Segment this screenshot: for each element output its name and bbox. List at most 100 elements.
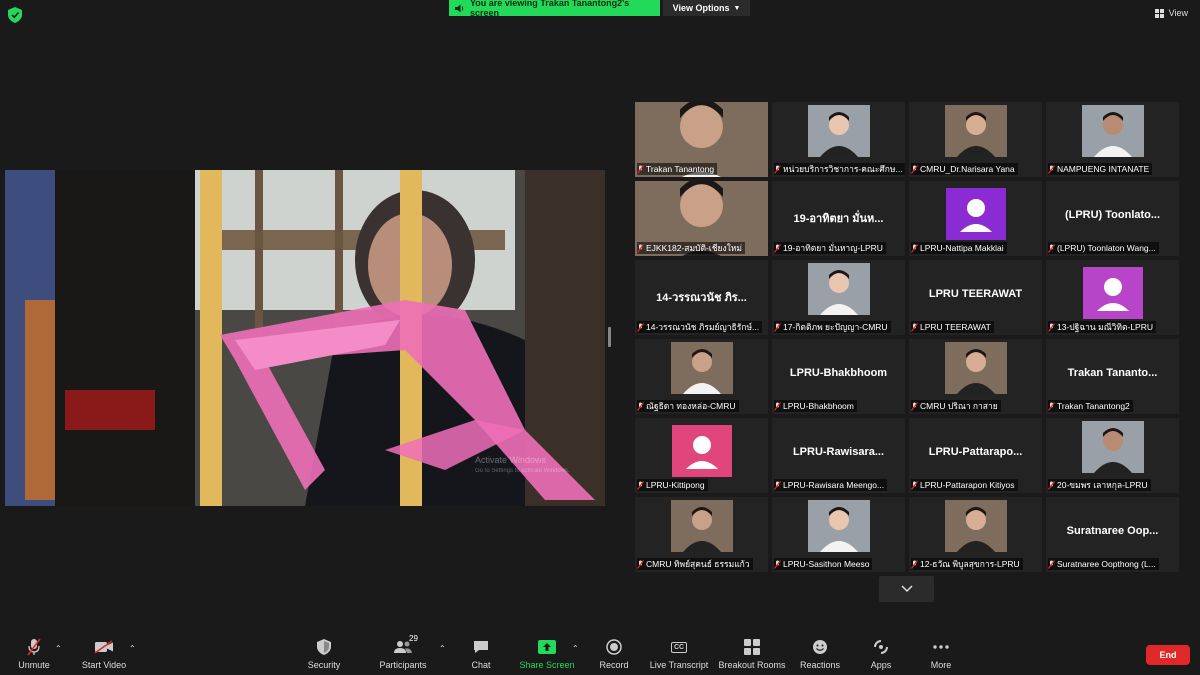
share-screen-button[interactable]: Share Screen bbox=[512, 638, 582, 670]
chat-button[interactable]: Chat bbox=[446, 638, 516, 670]
muted-mic-icon bbox=[774, 164, 781, 174]
muted-mic-icon bbox=[637, 480, 644, 490]
participant-name: LPRU-Sasithon Meeso bbox=[783, 559, 870, 569]
unmute-button[interactable]: Unmute bbox=[0, 638, 69, 670]
participants-button[interactable]: 29 Participants bbox=[368, 634, 438, 670]
muted-mic-icon bbox=[1048, 559, 1055, 569]
muted-mic-icon bbox=[911, 480, 918, 490]
start-video-button[interactable]: Start Video bbox=[69, 638, 139, 670]
encryption-shield-icon[interactable] bbox=[8, 7, 22, 23]
participant-name: LPRU-Nattipa Makklai bbox=[920, 243, 1004, 253]
participant-tile[interactable]: Suratnaree Oop... Suratnaree Oopthong (L.… bbox=[1046, 497, 1179, 572]
participant-tile[interactable]: 19-อาทิตยา มั่นห... 19-อาทิตยา มั่นหาญ-LP… bbox=[772, 181, 905, 256]
participant-tile[interactable]: CMRU ทิพย์สุคนธ์ ธรรมแก้ว bbox=[635, 497, 768, 572]
participant-video bbox=[671, 342, 733, 394]
participant-tile[interactable]: LPRU-Nattipa Makklai bbox=[909, 181, 1042, 256]
participant-name: EJKK182-สมบัติ-เชียงใหม่ bbox=[646, 243, 742, 253]
participant-name-label: LPRU-Nattipa Makklai bbox=[911, 242, 1007, 254]
participant-name: LPRU TEERAWAT bbox=[920, 322, 991, 332]
participant-tile[interactable]: Trakan Tananto... Trakan Tanantong2 bbox=[1046, 339, 1179, 414]
participants-options-caret[interactable]: ⌃ bbox=[439, 644, 446, 653]
share-options-caret[interactable]: ⌃ bbox=[572, 644, 579, 653]
participant-name: LPRU-Bhakbhoom bbox=[783, 401, 854, 411]
live-transcript-button[interactable]: CC Live Transcript bbox=[644, 638, 714, 670]
participant-tile[interactable]: LPRU-Bhakbhoom LPRU-Bhakbhoom bbox=[772, 339, 905, 414]
banner-text: You are viewing Trakan Tanantong2's scre… bbox=[469, 0, 630, 18]
participant-tile[interactable]: LPRU-Rawisara... LPRU-Rawisara Meengo... bbox=[772, 418, 905, 493]
participant-video bbox=[945, 500, 1007, 552]
participant-tile[interactable]: (LPRU) Toonlato... (LPRU) Toonlaton Wang.… bbox=[1046, 181, 1179, 256]
participant-tile[interactable]: Trakan Tanantong bbox=[635, 102, 768, 177]
participant-name: Trakan Tanantong bbox=[646, 164, 715, 174]
participant-name-label: CMRU ทิพย์สุคนธ์ ธรรมแก้ว bbox=[637, 558, 753, 570]
participant-tile[interactable]: หน่วยบริการวิชาการ-คณะศึกษ... bbox=[772, 102, 905, 177]
participant-name-label: 14-วรรณวนัช ภิรมย์ญาธิรักษ์... bbox=[637, 321, 763, 333]
panel-resize-handle[interactable] bbox=[608, 327, 611, 347]
security-shield-icon bbox=[317, 639, 331, 655]
participant-name: LPRU-Kittipong bbox=[646, 480, 705, 490]
gallery-next-page-button[interactable] bbox=[879, 576, 934, 602]
participant-tile[interactable]: NAMPUENG INTANATE bbox=[1046, 102, 1179, 177]
participant-name: CMRU_Dr.Narisara Yana bbox=[920, 164, 1015, 174]
security-label: Security bbox=[307, 660, 341, 670]
apps-label: Apps bbox=[870, 660, 892, 670]
share-screen-label: Share Screen bbox=[519, 660, 575, 670]
activate-windows-watermark: Activate Windows bbox=[475, 455, 547, 465]
view-button[interactable]: View bbox=[1154, 8, 1188, 18]
participant-name: Suratnaree Oopthong (L... bbox=[1057, 559, 1156, 569]
participant-video bbox=[671, 500, 733, 552]
participant-name: CMRU ทิพย์สุคนธ์ ธรรมแก้ว bbox=[646, 559, 750, 569]
cc-badge-text: CC bbox=[673, 643, 685, 651]
weaving-scene-image: Activate Windows Go to Settings to activ… bbox=[5, 170, 605, 506]
breakout-rooms-icon bbox=[744, 639, 760, 655]
share-screen-icon bbox=[538, 640, 556, 654]
participant-tile[interactable]: LPRU-Kittipong bbox=[635, 418, 768, 493]
participant-tile[interactable]: LPRU-Pattarapo... LPRU-Pattarapon Kitiyos bbox=[909, 418, 1042, 493]
participant-display-name: 19-อาทิตยา มั่นห... bbox=[793, 213, 884, 225]
breakout-rooms-button[interactable]: Breakout Rooms bbox=[717, 638, 787, 670]
record-label: Record bbox=[599, 660, 629, 670]
participant-name-label: Suratnaree Oopthong (L... bbox=[1048, 558, 1159, 570]
chat-label: Chat bbox=[471, 660, 491, 670]
video-options-caret[interactable]: ⌃ bbox=[129, 644, 136, 653]
muted-mic-icon bbox=[27, 638, 41, 656]
view-options-button[interactable]: View Options ▼ bbox=[663, 0, 750, 16]
participant-name-label: Trakan Tanantong2 bbox=[1048, 400, 1133, 412]
end-meeting-button[interactable]: End bbox=[1146, 645, 1190, 665]
participant-tile[interactable]: LPRU TEERAWAT LPRU TEERAWAT bbox=[909, 260, 1042, 335]
audio-options-caret[interactable]: ⌃ bbox=[55, 644, 62, 653]
participant-tile[interactable]: 20-ขมพร เลาหกุล-LPRU bbox=[1046, 418, 1179, 493]
muted-mic-icon bbox=[911, 243, 918, 253]
chevron-down-icon bbox=[900, 585, 913, 593]
participant-tile[interactable]: ณัฐธิดา ทองหล่อ-CMRU bbox=[635, 339, 768, 414]
more-button[interactable]: More bbox=[906, 638, 976, 670]
muted-mic-icon bbox=[1048, 480, 1055, 490]
security-button[interactable]: Security bbox=[289, 638, 359, 670]
default-avatar-icon bbox=[1083, 267, 1143, 319]
participant-name-label: ณัฐธิดา ทองหล่อ-CMRU bbox=[637, 400, 739, 412]
participant-name-label: LPRU-Bhakbhoom bbox=[774, 400, 857, 412]
muted-mic-icon bbox=[911, 164, 918, 174]
participant-name-label: 20-ขมพร เลาหกุล-LPRU bbox=[1048, 479, 1151, 491]
participant-tile[interactable]: 12-ธวัณ พิบูลสุขการ-LPRU bbox=[909, 497, 1042, 572]
record-button[interactable]: Record bbox=[579, 638, 649, 670]
participant-tile[interactable]: LPRU-Sasithon Meeso bbox=[772, 497, 905, 572]
default-avatar-icon bbox=[672, 425, 732, 477]
participant-name: LPRU-Rawisara Meengo... bbox=[783, 480, 885, 490]
participant-tile[interactable]: 13-ปฐิฉาน มณีวิทิต-LPRU bbox=[1046, 260, 1179, 335]
participant-name: 17-กิตติภพ ยะปัญญา-CMRU bbox=[783, 322, 888, 332]
participant-tile[interactable]: EJKK182-สมบัติ-เชียงใหม่ bbox=[635, 181, 768, 256]
muted-mic-icon bbox=[1048, 322, 1055, 332]
participant-display-name: LPRU-Bhakbhoom bbox=[789, 367, 888, 379]
reactions-button[interactable]: Reactions bbox=[785, 638, 855, 670]
viewing-screen-banner: You are viewing Trakan Tanantong2's scre… bbox=[449, 0, 660, 18]
participant-video bbox=[1082, 105, 1144, 157]
participant-tile[interactable]: 14-วรรณวนัช ภิร... 14-วรรณวนัช ภิรมย์ญาธิ… bbox=[635, 260, 768, 335]
participant-tile[interactable]: 17-กิตติภพ ยะปัญญา-CMRU bbox=[772, 260, 905, 335]
chat-bubble-icon bbox=[474, 641, 488, 653]
participant-name-label: LPRU-Pattarapon Kitiyos bbox=[911, 479, 1018, 491]
participant-tile[interactable]: CMRU ปริณา กาสาย bbox=[909, 339, 1042, 414]
participant-tile[interactable]: CMRU_Dr.Narisara Yana bbox=[909, 102, 1042, 177]
participant-name: NAMPUENG INTANATE bbox=[1057, 164, 1150, 174]
muted-mic-icon bbox=[911, 401, 918, 411]
